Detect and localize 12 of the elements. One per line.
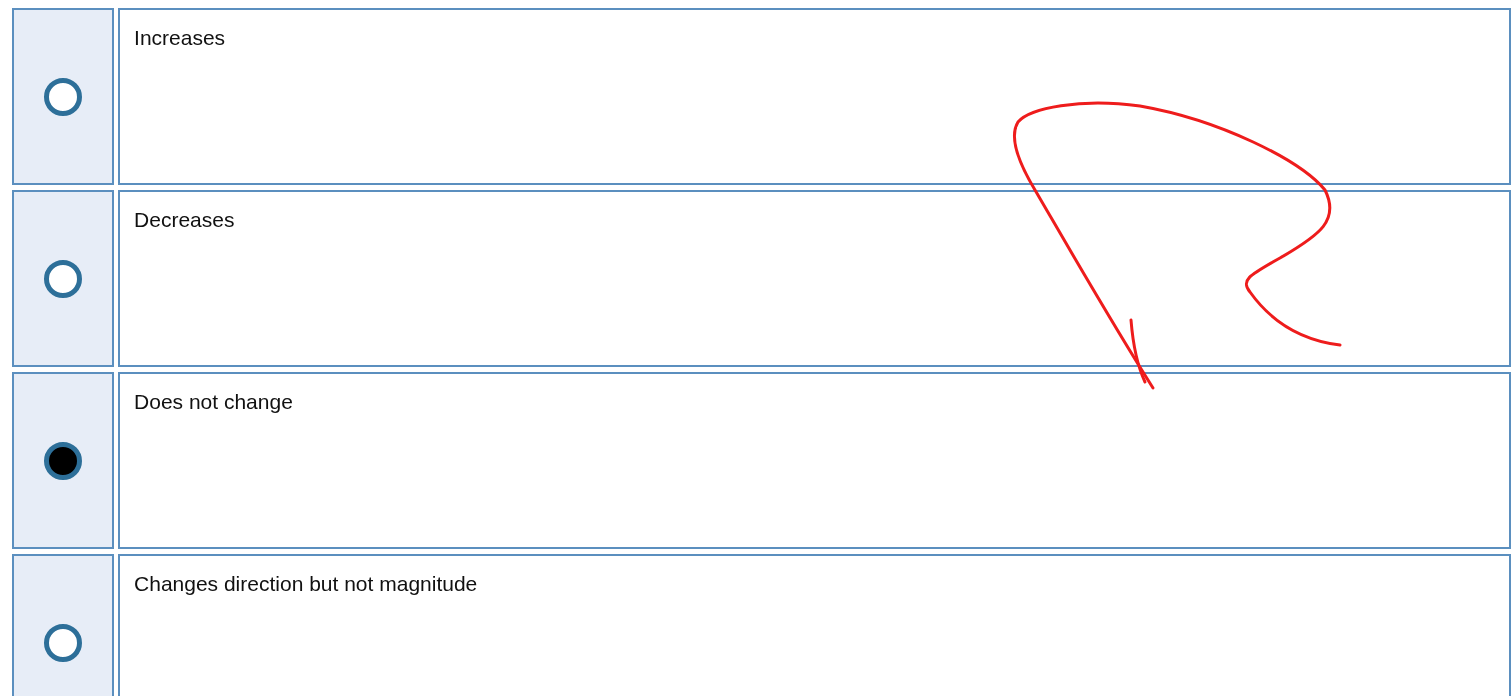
answer-box[interactable]: Changes direction but not magnitude xyxy=(118,554,1511,696)
answer-box[interactable]: Decreases xyxy=(118,190,1511,367)
radio-button[interactable] xyxy=(44,623,82,662)
answer-box[interactable]: Increases xyxy=(118,8,1511,185)
answer-box[interactable]: Does not change xyxy=(118,372,1511,549)
option-label: Decreases xyxy=(134,208,235,231)
option-label: Changes direction but not magnitude xyxy=(134,572,478,595)
radio-button[interactable] xyxy=(44,77,82,116)
radio-button[interactable] xyxy=(44,441,82,480)
option-label: Does not change xyxy=(134,390,293,413)
radio-button[interactable] xyxy=(44,259,82,298)
option-label: Increases xyxy=(134,26,226,49)
